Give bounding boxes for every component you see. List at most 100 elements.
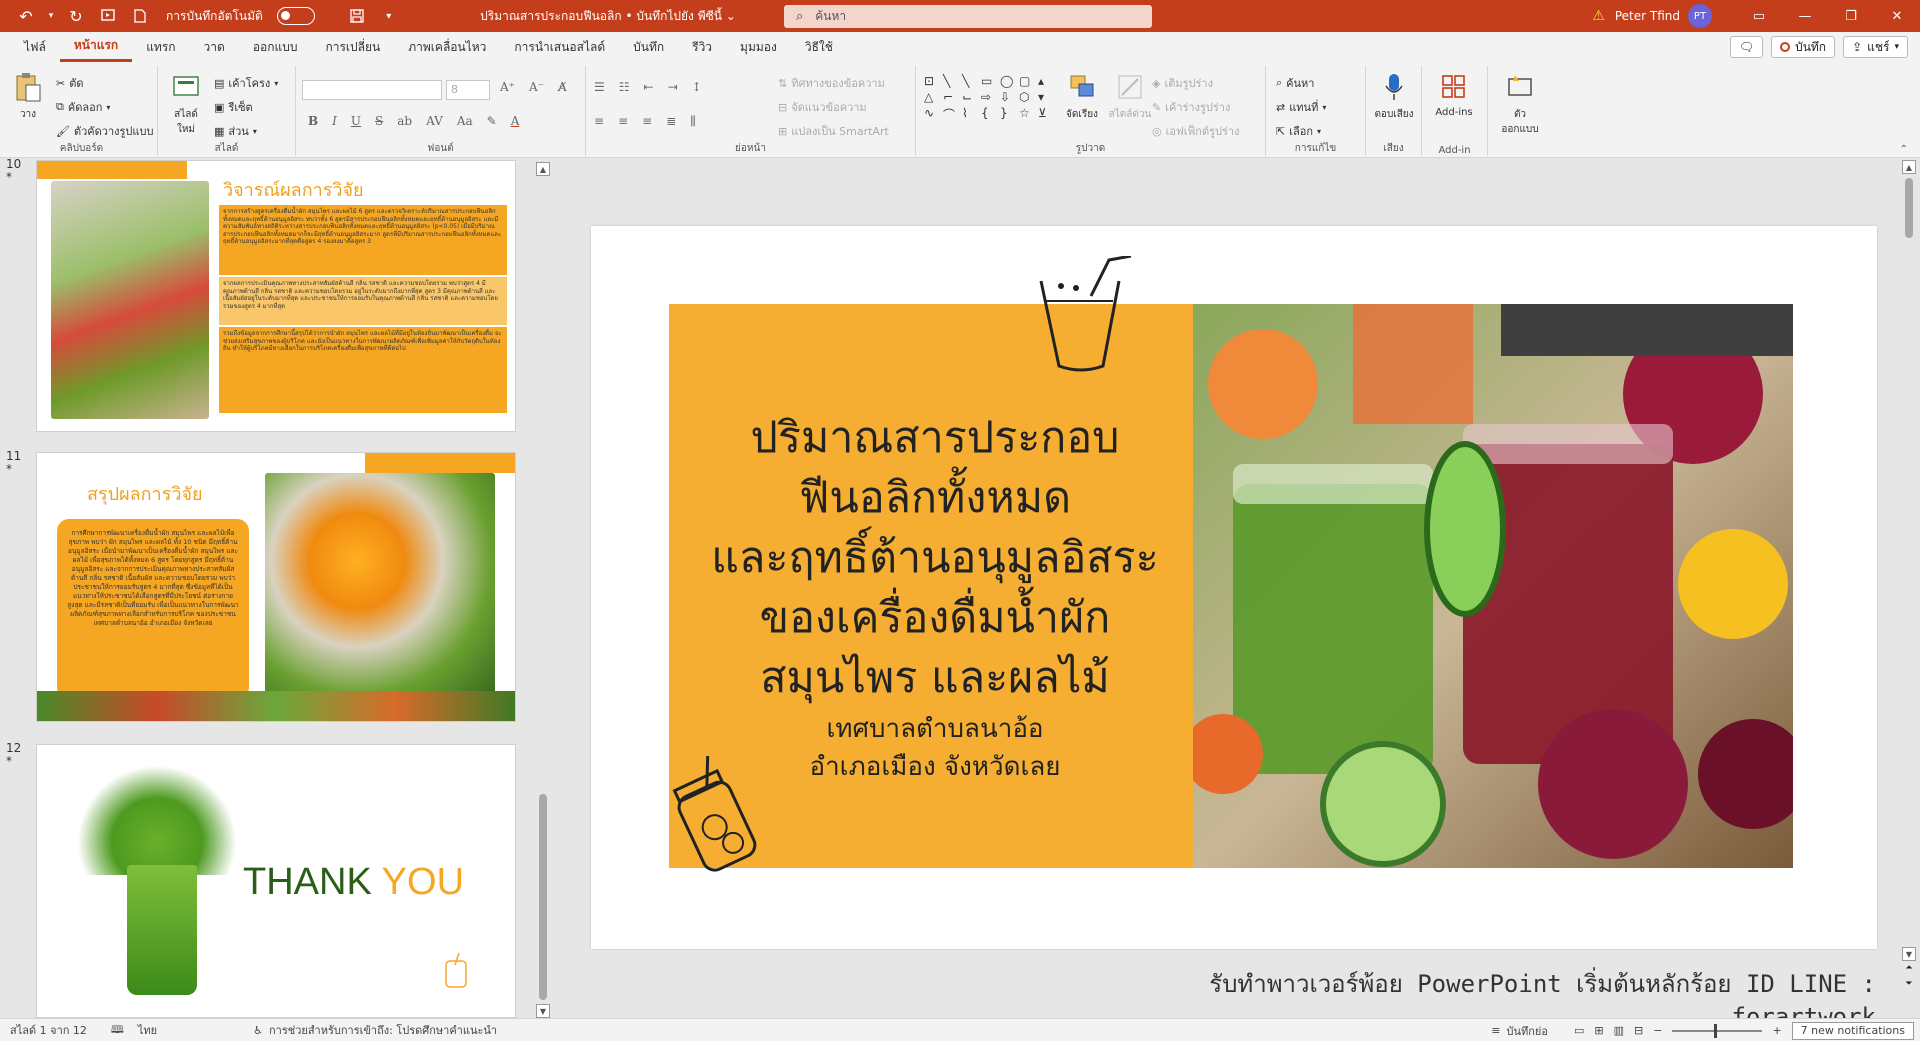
align-right-icon[interactable]: ≡ [642, 114, 652, 129]
slide-thumbnail-11[interactable]: สรุปผลการวิจัย การศึกษาการพัฒนาเครื่องดื… [36, 452, 516, 722]
zoom-slider[interactable] [1672, 1023, 1763, 1038]
bullets-icon[interactable]: ☰ [594, 80, 605, 94]
textbox-shape-icon[interactable]: ⊡ [924, 74, 941, 88]
tab-design[interactable]: ออกแบบ [239, 32, 312, 62]
share-button[interactable]: ⇪ แชร์ ▾ [1843, 36, 1908, 58]
format-painter-button[interactable]: 🖌 ตัวคัดวางรูปแบบ [56, 122, 153, 140]
start-from-beginning-icon[interactable] [96, 4, 120, 28]
freeform-shape-icon[interactable]: ⌇ [962, 106, 979, 123]
tab-slideshow[interactable]: การนำเสนอสไลด์ [500, 32, 619, 62]
tab-view[interactable]: มุมมอง [726, 32, 791, 62]
restore-icon[interactable]: ❐ [1828, 0, 1874, 32]
line-shape-icon[interactable]: ╲ [943, 74, 960, 88]
cut-button[interactable]: ✂ ตัด [56, 74, 84, 92]
new-slide-button[interactable]: สไลด์ใหม่ [166, 70, 206, 137]
arrow-right-shape-icon[interactable]: ⇨ [981, 90, 998, 104]
tab-review[interactable]: รีวิว [678, 32, 726, 62]
notes-button[interactable]: ≡ บันทึกย่อ [1491, 1022, 1548, 1040]
tab-file[interactable]: ไฟล์ [10, 32, 60, 62]
comments-button[interactable]: 🗨 [1729, 36, 1764, 58]
zoom-in-icon[interactable]: + [1772, 1024, 1781, 1037]
decrease-indent-icon[interactable]: ⇤ [644, 80, 654, 94]
line2-shape-icon[interactable]: ╲ [962, 74, 979, 88]
document-title[interactable]: ปริมาณสารประกอบฟีนอลิก • บันทึกไปยัง พีซ… [448, 7, 768, 26]
copy-button[interactable]: ⧉ คัดลอก ▾ [56, 98, 110, 116]
tab-transitions[interactable]: การเปลี่ยน [311, 32, 394, 62]
user-name[interactable]: Peter Tfind [1615, 9, 1680, 23]
shape-outline-button[interactable]: ✎ เค้าร่างรูปร่าง [1152, 98, 1230, 116]
tab-help[interactable]: วิธีใช้ [791, 32, 847, 62]
triangle-shape-icon[interactable]: △ [924, 90, 941, 104]
previous-slide-icon[interactable]: ⏶ [1902, 963, 1916, 973]
flowchart-shape-icon[interactable]: ⬡ [1019, 90, 1036, 104]
reset-button[interactable]: ▣ รีเซ็ต [214, 98, 253, 116]
undo-icon[interactable]: ↶ [14, 4, 38, 28]
shape-effects-button[interactable]: ◎ เอฟเฟ็กต์รูปร่าง [1152, 122, 1239, 140]
arrow-down-shape-icon[interactable]: ⇩ [1000, 90, 1017, 104]
underline-icon[interactable]: U [351, 114, 361, 128]
rounded-rect-shape-icon[interactable]: ▢ [1019, 74, 1036, 88]
font-color-icon[interactable]: A [511, 114, 520, 128]
line-spacing-icon[interactable]: ↕ [692, 80, 702, 94]
justify-icon[interactable]: ≣ [666, 114, 676, 129]
reading-view-icon[interactable]: ▥ [1614, 1024, 1624, 1037]
current-slide[interactable]: ปริมาณสารประกอบ ฟีนอลิกทั้งหมด และฤทธิ์ต… [591, 226, 1877, 949]
bold-icon[interactable]: B [308, 114, 318, 128]
warning-icon[interactable]: ⚠ [1592, 8, 1605, 24]
smartart-button[interactable]: ⊞ แปลงเป็น SmartArt [778, 122, 889, 140]
italic-icon[interactable]: I [332, 114, 337, 128]
autosave-toggle[interactable] [276, 7, 315, 25]
shapes-gallery[interactable]: ⊡ ╲ ╲ ▭ ◯ ▢ ▴ △ ⌐ ⌙ ⇨ ⇩ ⬡ ▾ ∿ ⌒ ⌇{} ☆ ⊻ [924, 74, 1054, 123]
align-center-icon[interactable]: ≡ [618, 114, 628, 129]
tab-animations[interactable]: ภาพเคลื่อนไหว [394, 32, 500, 62]
scroll-up-arrow[interactable]: ▲ [1902, 160, 1916, 174]
clear-formatting-icon[interactable]: A̸ [558, 80, 567, 94]
designer-button[interactable]: ตัวออกแบบ [1496, 70, 1544, 137]
scrollbar-thumb[interactable] [1905, 178, 1913, 238]
font-size-combobox[interactable]: 8 [446, 80, 490, 100]
arc-shape-icon[interactable]: ⌒ [943, 106, 960, 123]
tab-draw[interactable]: วาด [190, 32, 239, 62]
shadow-icon[interactable]: ab [397, 114, 412, 128]
section-button[interactable]: ▦ ส่วน ▾ [214, 122, 257, 140]
columns-icon[interactable]: ⫼ [690, 114, 696, 129]
more-shapes-down-icon[interactable]: ▾ [1038, 90, 1055, 104]
align-left-icon[interactable]: ≡ [594, 114, 604, 129]
touch-mode-icon[interactable] [128, 4, 152, 28]
strikethrough-icon[interactable]: S [375, 114, 383, 128]
char-spacing-icon[interactable]: AV [426, 114, 443, 128]
shape-fill-button[interactable]: ◈ เติมรูปร่าง [1152, 74, 1213, 92]
numbering-icon[interactable]: ☷ [619, 80, 630, 94]
layout-button[interactable]: ▤ เค้าโครง ▾ [214, 74, 278, 92]
zoom-out-icon[interactable]: − [1653, 1024, 1662, 1037]
shrink-font-icon[interactable]: A⁻ [529, 80, 544, 94]
scrollbar-thumb[interactable] [539, 794, 547, 1000]
record-button[interactable]: บันทึก [1771, 36, 1836, 58]
tab-home[interactable]: หน้าแรก [59, 32, 133, 62]
scroll-up-arrow[interactable]: ▲ [536, 162, 550, 176]
brace-right-shape-icon[interactable]: } [1000, 106, 1017, 123]
brace-left-shape-icon[interactable]: { [981, 106, 998, 123]
slide-sorter-icon[interactable]: ⊞ [1594, 1024, 1603, 1037]
close-icon[interactable]: ✕ [1874, 0, 1920, 32]
slide-title[interactable]: ปริมาณสารประกอบ ฟีนอลิกทั้งหมด และฤทธิ์ต… [685, 408, 1185, 708]
grow-font-icon[interactable]: A⁺ [500, 80, 515, 94]
text-direction-button[interactable]: ⇅ ทิศทางของข้อความ [778, 74, 885, 92]
align-text-button[interactable]: ⊟ จัดแนวข้อความ [778, 98, 867, 116]
next-slide-icon[interactable]: ⏷ [1902, 979, 1916, 989]
elbow-shape-icon[interactable]: ⌙ [962, 90, 979, 104]
shapes-expand-icon[interactable]: ⊻ [1038, 106, 1055, 123]
save-icon[interactable] [345, 4, 369, 28]
connector-shape-icon[interactable]: ⌐ [943, 90, 960, 104]
avatar[interactable]: PT [1688, 4, 1712, 28]
notifications-badge[interactable]: 7 new notifications [1791, 1021, 1914, 1040]
font-name-combobox[interactable] [302, 80, 442, 100]
star-shape-icon[interactable]: ☆ [1019, 106, 1036, 123]
slide-thumbnail-12[interactable]: THANK YOU [36, 744, 516, 1018]
juice-vegetables-photo[interactable] [1193, 304, 1793, 868]
addins-button[interactable]: Add-ins [1430, 70, 1478, 118]
select-button[interactable]: ⇱ เลือก ▾ [1276, 122, 1321, 140]
minimize-icon[interactable]: — [1782, 0, 1828, 32]
dictate-button[interactable]: ตอบเสียง [1370, 70, 1418, 122]
rectangle-shape-icon[interactable]: ▭ [981, 74, 998, 88]
